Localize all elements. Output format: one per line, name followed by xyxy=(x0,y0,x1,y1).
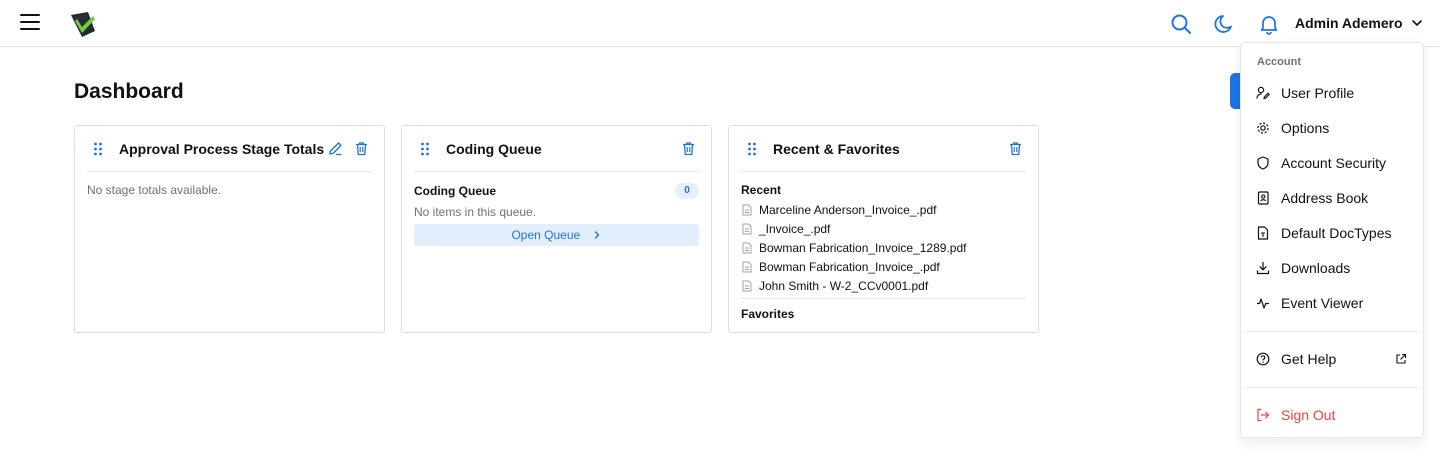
help-circle-icon xyxy=(1256,352,1270,366)
drag-handle-icon[interactable] xyxy=(747,142,757,156)
chevron-right-icon xyxy=(594,231,600,239)
open-queue-label: Open Queue xyxy=(511,228,581,242)
menu-item-label: Sign Out xyxy=(1281,407,1336,423)
menu-item-label: Event Viewer xyxy=(1281,295,1364,311)
recent-file-item[interactable]: Marceline Anderson_Invoice_.pdf xyxy=(741,201,966,220)
file-icon xyxy=(742,261,752,273)
file-name: Bowman Fabrication_Invoice_.pdf xyxy=(759,260,940,274)
menu-item-sign-out[interactable]: Sign Out xyxy=(1241,399,1423,431)
queue-label: Coding Queue xyxy=(414,184,496,198)
open-queue-button[interactable]: Open Queue xyxy=(414,224,699,246)
recent-file-item[interactable]: Bowman Fabrication_Invoice_.pdf xyxy=(741,258,966,277)
divider xyxy=(741,298,1026,299)
queue-count-badge: 0 xyxy=(675,183,699,199)
drag-handle-icon[interactable] xyxy=(93,142,103,156)
file-name: Bowman Fabrication_Invoice_1289.pdf xyxy=(759,241,967,255)
menu-item-user-profile[interactable]: User Profile xyxy=(1241,77,1423,109)
card-header: Approval Process Stage Totals xyxy=(87,126,372,172)
favorites-label: Favorites xyxy=(741,307,795,321)
file-name: John Smith - W-2_CCv0001.pdf xyxy=(759,279,929,293)
bell-icon[interactable] xyxy=(1258,13,1280,35)
contact-book-icon xyxy=(1257,191,1269,205)
menu-item-event-viewer[interactable]: Event Viewer xyxy=(1241,287,1423,319)
page-title: Dashboard xyxy=(74,80,184,103)
account-dropdown-menu: Account User Profile Options Account Sec… xyxy=(1240,42,1424,438)
external-link-icon xyxy=(1396,353,1407,364)
trash-icon[interactable] xyxy=(681,141,696,156)
card-title: Recent & Favorites xyxy=(773,141,900,157)
menu-item-get-help[interactable]: Get Help xyxy=(1241,343,1423,375)
chevron-down-icon[interactable] xyxy=(1411,17,1423,29)
menu-item-options[interactable]: Options xyxy=(1241,112,1423,144)
approval-totals-card: Approval Process Stage Totals No stage t… xyxy=(74,125,385,333)
menu-item-label: Default DocTypes xyxy=(1281,225,1392,241)
recent-file-item[interactable]: John Smith - W-2_CCv0001.pdf xyxy=(741,277,966,296)
drag-handle-icon[interactable] xyxy=(420,142,430,156)
recent-label: Recent xyxy=(741,183,782,197)
menu-item-account-security[interactable]: Account Security xyxy=(1241,147,1423,179)
recent-file-item[interactable]: _Invoice_.pdf xyxy=(741,220,966,239)
moon-icon[interactable] xyxy=(1214,13,1236,35)
edit-icon[interactable] xyxy=(328,141,343,156)
app-logo[interactable] xyxy=(68,9,98,39)
trash-icon[interactable] xyxy=(1008,141,1023,156)
top-navbar: Admin Ademero xyxy=(0,0,1440,47)
menu-icon[interactable] xyxy=(20,14,40,32)
activity-icon xyxy=(1257,298,1269,309)
card-header: Recent & Favorites xyxy=(741,126,1026,172)
file-type-icon xyxy=(1257,226,1269,240)
file-icon xyxy=(742,242,752,254)
coding-queue-card: Coding Queue Coding Queue 0 No items in … xyxy=(401,125,712,333)
user-menu-name[interactable]: Admin Ademero xyxy=(1295,15,1403,31)
gear-icon xyxy=(1257,122,1269,134)
recent-file-list: Marceline Anderson_Invoice_.pdf _Invoice… xyxy=(741,201,966,296)
card-title: Coding Queue xyxy=(446,141,542,157)
menu-item-label: Downloads xyxy=(1281,260,1351,276)
empty-message: No stage totals available. xyxy=(87,183,222,197)
card-header: Coding Queue xyxy=(414,126,699,172)
file-icon xyxy=(742,280,752,292)
menu-section-header: Account xyxy=(1257,56,1301,68)
file-icon xyxy=(742,204,752,216)
menu-item-label: Account Security xyxy=(1281,155,1387,171)
log-out-icon xyxy=(1257,408,1270,422)
menu-item-label: Address Book xyxy=(1281,190,1369,206)
empty-message: No items in this queue. xyxy=(414,205,537,219)
file-name: _Invoice_.pdf xyxy=(759,222,831,236)
recent-file-item[interactable]: Bowman Fabrication_Invoice_1289.pdf xyxy=(741,239,966,258)
menu-item-label: User Profile xyxy=(1281,85,1355,101)
trash-icon[interactable] xyxy=(354,141,369,156)
file-icon xyxy=(742,223,752,235)
card-title: Approval Process Stage Totals xyxy=(119,141,325,157)
recent-favorites-card: Recent & Favorites Recent Marceline Ande… xyxy=(728,125,1039,333)
shield-icon xyxy=(1257,156,1269,170)
search-icon[interactable] xyxy=(1170,13,1192,35)
menu-item-downloads[interactable]: Downloads xyxy=(1241,252,1423,284)
menu-item-default-doctypes[interactable]: Default DocTypes xyxy=(1241,217,1423,249)
menu-item-label: Options xyxy=(1281,120,1330,136)
download-icon xyxy=(1256,261,1270,275)
file-name: Marceline Anderson_Invoice_.pdf xyxy=(759,203,937,217)
menu-item-address-book[interactable]: Address Book xyxy=(1241,182,1423,214)
menu-divider xyxy=(1245,331,1419,332)
menu-item-label: Get Help xyxy=(1281,351,1337,367)
menu-divider xyxy=(1245,387,1419,388)
user-pen-icon xyxy=(1256,86,1270,100)
